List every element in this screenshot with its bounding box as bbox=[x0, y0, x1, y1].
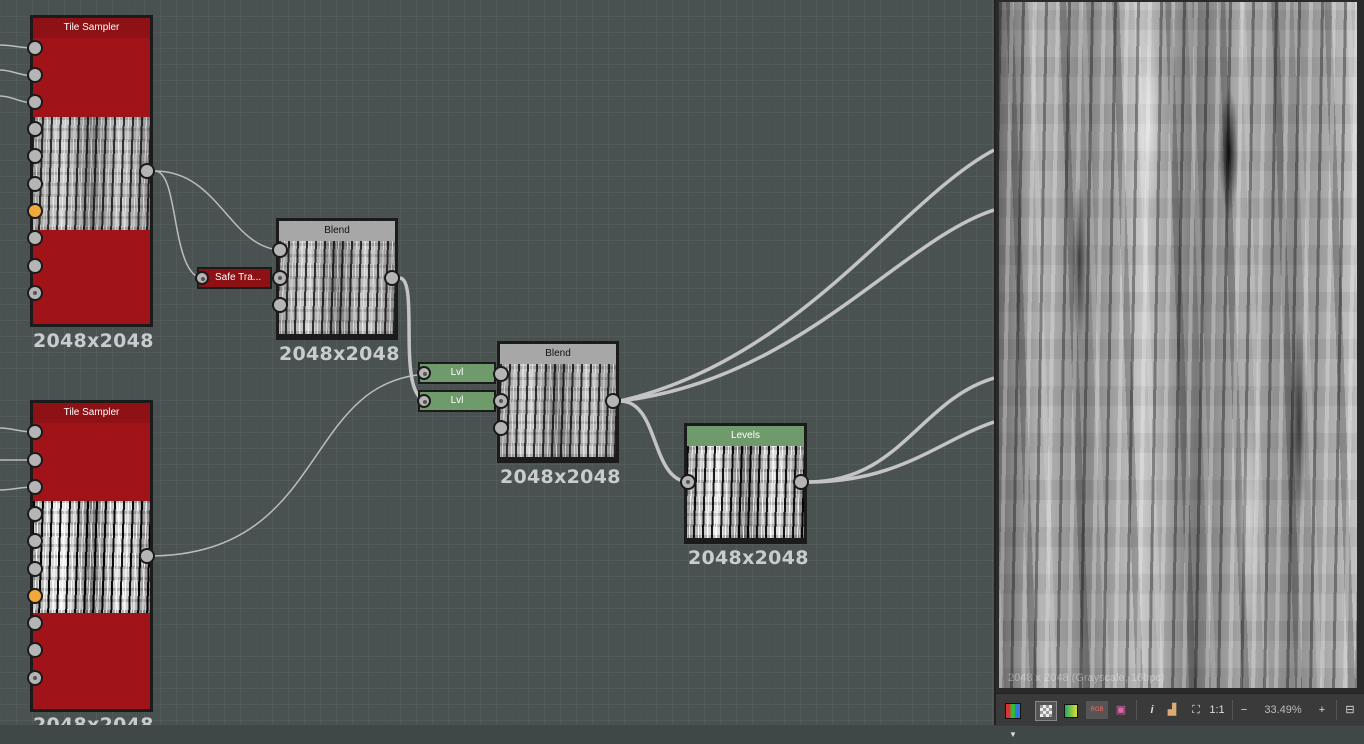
output-port[interactable] bbox=[605, 393, 621, 409]
input-port[interactable] bbox=[493, 420, 509, 436]
channels-icon[interactable]: ▼ bbox=[1001, 701, 1025, 739]
node-body-top bbox=[33, 423, 150, 501]
toolbar-separator bbox=[1232, 700, 1233, 720]
node-thumbnail bbox=[500, 364, 616, 457]
input-port[interactable] bbox=[27, 148, 43, 164]
node-thumbnail bbox=[687, 446, 804, 538]
tile-sampler-node-2[interactable]: Tile Sampler bbox=[30, 400, 153, 712]
input-port[interactable] bbox=[27, 230, 43, 246]
input-port[interactable] bbox=[27, 94, 43, 110]
node-title: Tile Sampler bbox=[33, 18, 150, 38]
tile-sampler-node-1[interactable]: Tile Sampler bbox=[30, 15, 153, 327]
levels-node[interactable]: Levels bbox=[684, 423, 807, 544]
node-resolution-label: 2048x2048 bbox=[33, 330, 154, 352]
gradient-icon[interactable] bbox=[1061, 701, 1081, 719]
input-port[interactable] bbox=[195, 271, 209, 285]
input-port[interactable] bbox=[417, 366, 431, 380]
output-port[interactable] bbox=[139, 163, 155, 179]
output-port[interactable] bbox=[384, 270, 400, 286]
input-port[interactable] bbox=[27, 285, 43, 301]
fit-to-view-icon[interactable]: ⛶ bbox=[1186, 701, 1206, 719]
node-resolution-label: 2048x2048 bbox=[279, 343, 400, 365]
node-title: Lvl bbox=[450, 395, 464, 406]
graph-canvas[interactable]: Tile Sampler 2048x2048 Tile Sampler 2048… bbox=[0, 0, 994, 725]
zoom-level-field[interactable]: 33.49% bbox=[1258, 701, 1308, 719]
input-port[interactable] bbox=[27, 670, 43, 686]
input-port-active[interactable] bbox=[27, 203, 43, 219]
input-port[interactable] bbox=[27, 615, 43, 631]
input-port[interactable] bbox=[27, 67, 43, 83]
node-thumbnail bbox=[279, 241, 395, 334]
actual-size-button[interactable]: 1:1 bbox=[1206, 701, 1228, 719]
input-port[interactable] bbox=[27, 533, 43, 549]
wire bbox=[147, 373, 429, 557]
info-button[interactable]: i bbox=[1142, 701, 1162, 719]
preview-toolbar: ▼ RGB ▣ i ▟ ⛶ 1:1 − 33.49% + ⊟ bbox=[996, 693, 1364, 739]
input-port[interactable] bbox=[27, 561, 43, 577]
input-port[interactable] bbox=[27, 424, 43, 440]
input-port[interactable] bbox=[27, 506, 43, 522]
toolbar-separator bbox=[1136, 700, 1137, 720]
input-port[interactable] bbox=[27, 479, 43, 495]
zoom-out-button[interactable]: − bbox=[1236, 701, 1252, 719]
node-thumbnail bbox=[33, 117, 150, 230]
wire bbox=[807, 420, 994, 484]
input-port[interactable] bbox=[272, 242, 288, 258]
node-resolution-label: 2048x2048 bbox=[33, 714, 154, 725]
input-port[interactable] bbox=[272, 297, 288, 313]
input-port[interactable] bbox=[493, 366, 509, 382]
node-title: Blend bbox=[279, 221, 395, 241]
wire bbox=[619, 399, 691, 484]
node-body-bottom bbox=[33, 230, 150, 324]
color-picker-icon[interactable]: ▣ bbox=[1111, 701, 1131, 719]
preview-panel[interactable]: 2048 x 2048 (Grayscale, 16bpc) ▼ RGB ▣ i… bbox=[994, 0, 1364, 739]
node-title: Safe Tra... bbox=[215, 272, 262, 283]
transparency-checker-icon[interactable] bbox=[1035, 701, 1057, 721]
histogram-icon[interactable]: ▟ bbox=[1162, 701, 1182, 719]
input-port[interactable] bbox=[27, 452, 43, 468]
node-body-bottom bbox=[33, 613, 150, 709]
input-port-active[interactable] bbox=[27, 588, 43, 604]
input-port[interactable] bbox=[27, 176, 43, 192]
wire bbox=[154, 170, 206, 280]
output-port[interactable] bbox=[793, 474, 809, 490]
input-port[interactable] bbox=[680, 474, 696, 490]
node-title: Levels bbox=[687, 426, 804, 446]
input-port[interactable] bbox=[417, 394, 431, 408]
preview-image[interactable] bbox=[999, 2, 1357, 688]
blend-node-2[interactable]: Blend bbox=[497, 341, 619, 463]
input-port[interactable] bbox=[27, 40, 43, 56]
input-port[interactable] bbox=[27, 121, 43, 137]
blend-node-1[interactable]: Blend bbox=[276, 218, 398, 340]
node-body-top bbox=[33, 38, 150, 117]
more-options-icon[interactable]: ⊟ bbox=[1342, 701, 1358, 719]
node-title: Blend bbox=[500, 344, 616, 364]
preview-info-label: 2048 x 2048 (Grayscale, 16bpc) bbox=[1008, 672, 1165, 684]
node-title: Tile Sampler bbox=[33, 403, 150, 423]
input-port[interactable] bbox=[272, 270, 288, 286]
wire bbox=[619, 148, 994, 403]
zoom-in-button[interactable]: + bbox=[1314, 701, 1330, 719]
rgb-toggle-button[interactable]: RGB bbox=[1086, 701, 1108, 719]
input-port[interactable] bbox=[27, 642, 43, 658]
node-resolution-label: 2048x2048 bbox=[500, 466, 621, 488]
node-resolution-label: 2048x2048 bbox=[688, 547, 809, 569]
toolbar-separator bbox=[1336, 700, 1337, 720]
node-thumbnail bbox=[33, 501, 150, 613]
input-port[interactable] bbox=[493, 393, 509, 409]
node-title: Lvl bbox=[450, 367, 464, 378]
output-port[interactable] bbox=[139, 548, 155, 564]
input-port[interactable] bbox=[27, 258, 43, 274]
